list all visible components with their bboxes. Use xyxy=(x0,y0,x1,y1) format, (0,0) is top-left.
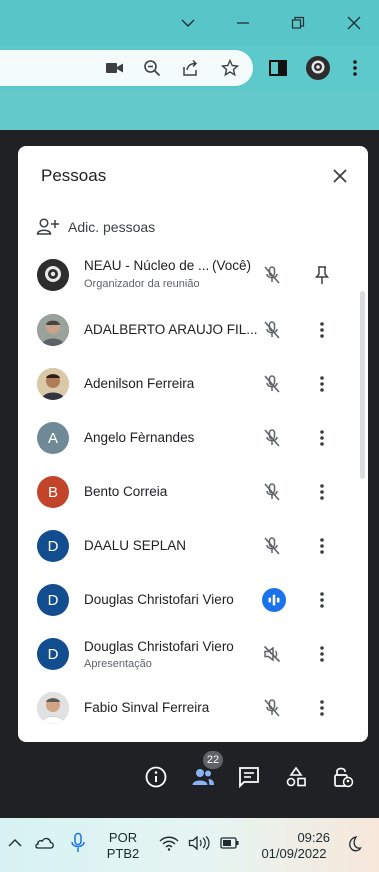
star-icon[interactable] xyxy=(218,56,242,80)
list-item[interactable]: A Angelo Fèrnandes xyxy=(18,411,368,465)
cloud-icon[interactable] xyxy=(33,835,55,852)
list-item[interactable]: NEAU - Núcleo de ... (Você) Organizador … xyxy=(18,248,368,302)
clock[interactable]: 09:26 01/09/2022 xyxy=(256,830,332,862)
participant-name: Angelo Fèrnandes xyxy=(84,430,195,445)
close-window-button[interactable] xyxy=(339,8,369,38)
panel-title: Pessoas xyxy=(41,166,107,185)
wifi-icon[interactable] xyxy=(158,835,180,854)
speaking-indicator-icon xyxy=(262,588,286,612)
avatar: D xyxy=(37,638,69,670)
chevron-up-icon[interactable] xyxy=(8,836,22,851)
camera-icon[interactable] xyxy=(103,56,127,80)
list-item[interactable]: B Bento Correia xyxy=(18,465,368,519)
zoom-out-icon[interactable] xyxy=(140,56,164,80)
list-item[interactable]: D Douglas Christofari Viero Apresentação xyxy=(18,627,368,681)
language-code: POR xyxy=(108,830,138,845)
avatar xyxy=(37,692,69,724)
chat-icon[interactable] xyxy=(236,764,262,790)
list-item[interactable]: D DAALU SEPLAN xyxy=(18,519,368,573)
language-indicator[interactable]: POR PTB2 xyxy=(103,830,143,862)
more-options-icon[interactable] xyxy=(310,534,334,558)
mic-off-icon xyxy=(260,534,284,558)
list-item[interactable]: Adenilson Ferreira xyxy=(18,357,368,411)
participant-name: Bento Correia xyxy=(84,484,168,499)
minimize-button[interactable] xyxy=(228,8,258,38)
volume-off-icon xyxy=(260,642,284,666)
focus-assist-moon-icon[interactable] xyxy=(344,835,362,856)
avatar xyxy=(37,368,69,400)
volume-icon[interactable] xyxy=(188,835,210,854)
participant-role: Organizador da reunião xyxy=(84,278,200,290)
keyboard-layout: PTB2 xyxy=(106,846,140,861)
activities-icon[interactable] xyxy=(283,764,309,790)
avatar-initial: D xyxy=(47,591,59,609)
participant-role: Apresentação xyxy=(84,658,152,670)
avatar-initial: D xyxy=(47,537,59,555)
mic-off-icon xyxy=(260,426,284,450)
add-people-button[interactable]: Adic. pessoas xyxy=(36,214,155,240)
mic-off-icon xyxy=(260,696,284,720)
mic-off-icon xyxy=(260,318,284,342)
avatar-initial: A xyxy=(47,429,58,447)
you-label: (Você) xyxy=(212,258,252,273)
add-person-icon xyxy=(36,218,59,235)
participant-name: ADALBERTO ARAUJO FIL... xyxy=(84,322,258,337)
meeting-info-icon[interactable] xyxy=(143,764,169,790)
microphone-icon[interactable] xyxy=(70,832,86,857)
tab-strip-band xyxy=(0,90,379,130)
avatar xyxy=(37,314,69,346)
window-titlebar xyxy=(0,0,379,46)
participant-name: Adenilson Ferreira xyxy=(84,376,195,391)
participant-name: Fabio Sinval Ferreira xyxy=(84,700,210,715)
avatar xyxy=(37,259,69,291)
clock-time: 09:26 xyxy=(297,830,330,845)
chevron-down-icon[interactable] xyxy=(173,8,203,38)
battery-icon[interactable] xyxy=(220,837,240,852)
restore-button[interactable] xyxy=(283,8,313,38)
people-count-badge: 22 xyxy=(203,751,223,769)
more-options-icon[interactable] xyxy=(310,318,334,342)
mic-off-icon xyxy=(260,480,284,504)
pin-icon[interactable] xyxy=(310,263,334,287)
mic-off-icon xyxy=(260,263,284,287)
meeting-controls-bar: 22 xyxy=(0,742,379,818)
more-options-icon[interactable] xyxy=(310,696,334,720)
share-icon[interactable] xyxy=(178,56,202,80)
avatar: B xyxy=(37,476,69,508)
close-icon xyxy=(333,169,347,183)
add-people-label: Adic. pessoas xyxy=(68,219,156,235)
participant-name: Douglas Christofari Viero xyxy=(84,639,234,654)
clock-date: 01/09/2022 xyxy=(261,846,327,861)
more-options-icon[interactable] xyxy=(310,480,334,504)
mic-off-icon xyxy=(260,372,284,396)
participant-name: Douglas Christofari Viero xyxy=(84,592,234,607)
more-options-icon[interactable] xyxy=(310,588,334,612)
profile-avatar-icon[interactable] xyxy=(305,55,331,81)
host-controls-icon[interactable] xyxy=(330,764,356,790)
avatar: A xyxy=(37,422,69,454)
os-taskbar: POR PTB2 09:26 01/09/2022 xyxy=(0,818,379,872)
more-options-icon[interactable] xyxy=(310,426,334,450)
more-options-icon[interactable] xyxy=(310,642,334,666)
list-item[interactable]: Fabio Sinval Ferreira xyxy=(18,681,368,735)
participant-name: DAALU SEPLAN xyxy=(84,538,187,553)
avatar-initial: B xyxy=(47,483,58,501)
browser-toolbar xyxy=(0,46,379,90)
browser-menu-icon[interactable] xyxy=(343,56,367,80)
avatar-initial: D xyxy=(47,645,59,663)
avatar: D xyxy=(37,530,69,562)
close-panel-button[interactable] xyxy=(327,163,353,189)
avatar: D xyxy=(37,584,69,616)
list-item[interactable]: ADALBERTO ARAUJO FIL... xyxy=(18,303,368,357)
people-panel: Pessoas Adic. pessoas NEAU - Núcleo de .… xyxy=(18,146,368,742)
list-item[interactable]: D Douglas Christofari Viero xyxy=(18,573,368,627)
participant-name: NEAU - Núcleo de ... xyxy=(84,258,210,273)
more-options-icon[interactable] xyxy=(310,372,334,396)
side-panel-icon[interactable] xyxy=(266,56,290,80)
